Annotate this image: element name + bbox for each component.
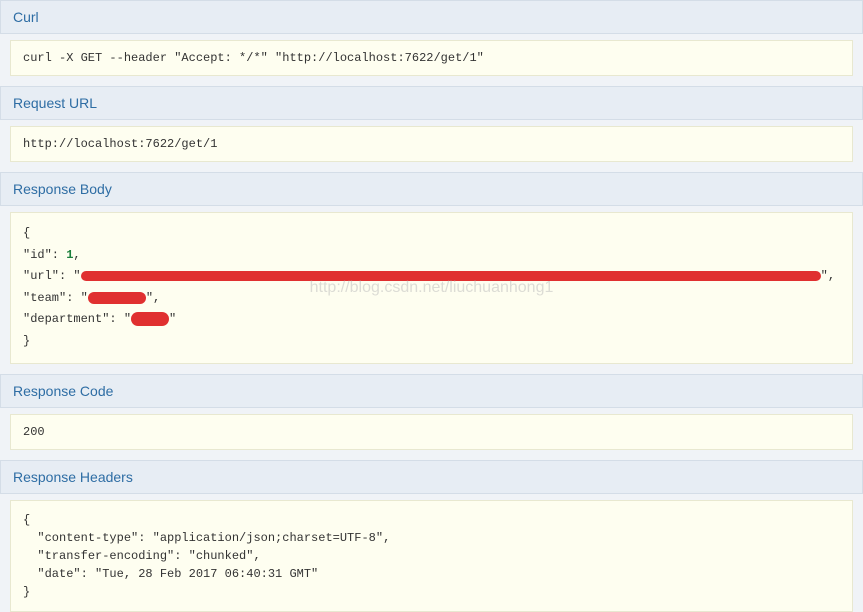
json-team-key: "team": — [23, 291, 81, 305]
response-headers-section-header: Response Headers — [0, 460, 863, 494]
redacted-team-value — [88, 292, 146, 304]
json-department-line: "department": " " — [23, 309, 840, 331]
json-id-line: "id": 1, — [23, 245, 840, 267]
json-url-quote-open: " — [73, 269, 80, 283]
json-department-key: "department": — [23, 312, 124, 326]
json-team-quote-open: " — [81, 291, 88, 305]
curl-section-header: Curl — [0, 0, 863, 34]
json-close-brace: } — [23, 331, 840, 353]
json-url-quote-close: " — [821, 269, 828, 283]
curl-code-block[interactable]: curl -X GET --header "Accept: */*" "http… — [10, 40, 853, 76]
json-team-comma: , — [153, 291, 160, 305]
json-open-brace: { — [23, 223, 840, 245]
response-code-block[interactable]: 200 — [10, 414, 853, 450]
json-dept-quote-open: " — [124, 312, 131, 326]
request-url-section-header: Request URL — [0, 86, 863, 120]
request-url-code-block[interactable]: http://localhost:7622/get/1 — [10, 126, 853, 162]
json-id-key: "id": — [23, 248, 66, 262]
response-code-section-header: Response Code — [0, 374, 863, 408]
response-body-section-header: Response Body — [0, 172, 863, 206]
response-headers-block[interactable]: { "content-type": "application/json;char… — [10, 500, 853, 612]
redacted-department-value — [131, 312, 169, 326]
json-url-comma: , — [828, 269, 835, 283]
json-id-comma: , — [73, 248, 80, 262]
json-url-key: "url": — [23, 269, 73, 283]
response-body-code-block[interactable]: http://blog.csdn.net/liuchuanhong1 { "id… — [10, 212, 853, 364]
redacted-url-value — [81, 271, 821, 281]
json-team-line: "team": " ", — [23, 288, 840, 310]
json-url-line: "url": " ", — [23, 266, 840, 288]
json-dept-quote-close: " — [169, 312, 176, 326]
json-team-quote-close: " — [146, 291, 153, 305]
